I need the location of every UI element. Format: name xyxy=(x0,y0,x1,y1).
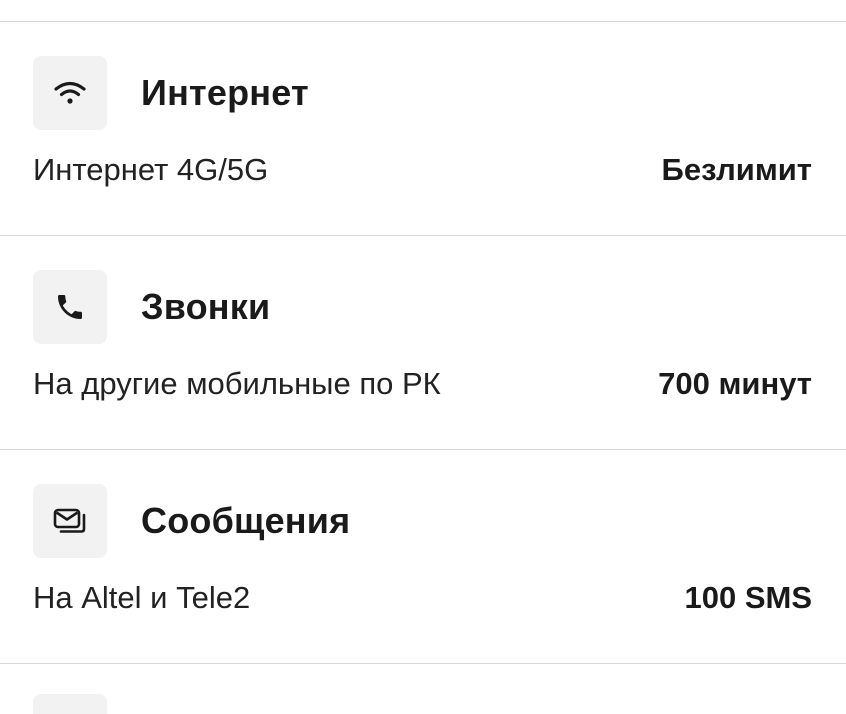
calls-row: На другие мобильные по РК 700 минут xyxy=(33,364,812,404)
calls-title: Звонки xyxy=(141,285,271,327)
messages-row-label: На Altel и Tele2 xyxy=(33,580,251,615)
section-divider xyxy=(0,663,846,664)
wifi-icon xyxy=(33,55,107,130)
calls-row-label: На другие мобильные по РК xyxy=(33,366,441,401)
calls-row-value: 700 минут xyxy=(658,366,812,401)
internet-row-label: Интернет 4G/5G xyxy=(33,152,269,187)
messages-title: Сообщения xyxy=(141,499,351,541)
next-section-icon xyxy=(33,694,107,714)
internet-section: Интернет Интернет 4G/5G Безлимит xyxy=(0,22,846,236)
calls-header: Звонки xyxy=(33,269,270,344)
messages-section: Сообщения На Altel и Tele2 100 SMS xyxy=(0,450,846,664)
internet-row-value: Безлимит xyxy=(661,152,812,187)
phone-icon xyxy=(33,269,107,344)
messages-row-value: 100 SMS xyxy=(684,580,812,615)
internet-header: Интернет xyxy=(33,55,309,130)
internet-title: Интернет xyxy=(141,71,309,113)
internet-row: Интернет 4G/5G Безлимит xyxy=(33,150,812,190)
messages-row: На Altel и Tele2 100 SMS xyxy=(33,578,812,618)
messages-icon xyxy=(33,483,107,558)
calls-section: Звонки На другие мобильные по РК 700 мин… xyxy=(0,236,846,450)
messages-header: Сообщения xyxy=(33,483,350,558)
